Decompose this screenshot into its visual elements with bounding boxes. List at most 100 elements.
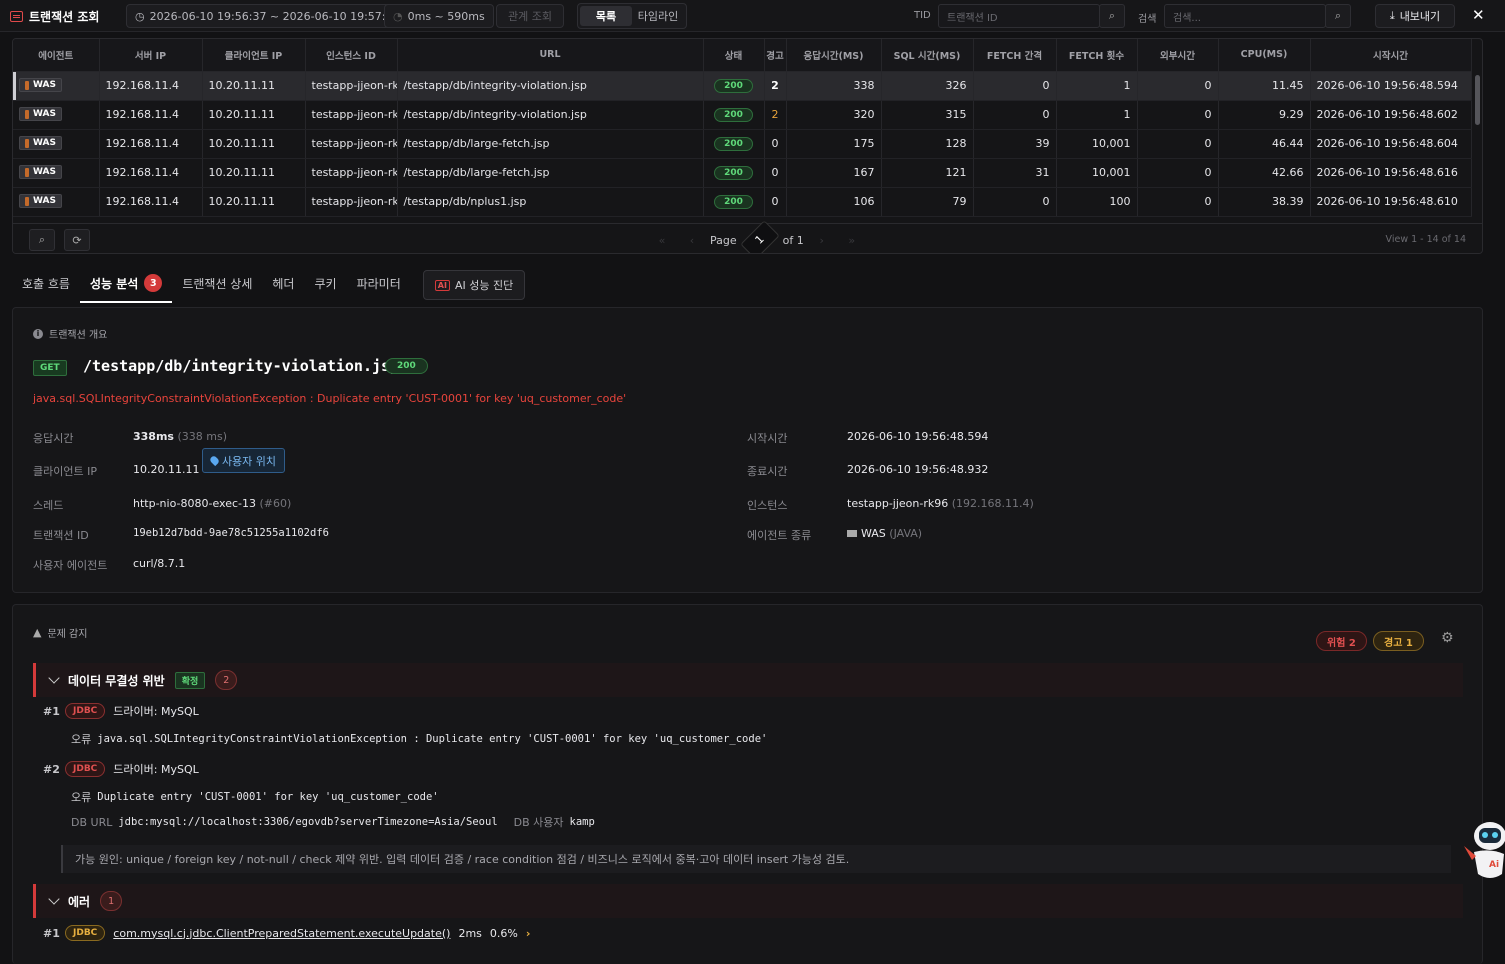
problem-group-error[interactable]: 에러 1 (33, 884, 1463, 918)
column-header[interactable]: 경고 (764, 39, 787, 72)
error-item-1: #1 JDBC com.mysql.cj.jdbc.ClientPrepared… (43, 925, 531, 941)
last-page-icon[interactable]: » (840, 234, 864, 247)
column-header[interactable]: 서버 IP (99, 39, 203, 72)
close-icon[interactable]: ✕ (1472, 6, 1485, 24)
page-of: of 1 (782, 233, 804, 247)
agent-type-label: 에이전트 종류 (747, 529, 812, 542)
clock-icon: ◷ (135, 9, 145, 23)
table-row[interactable]: WAS 192.168.11.4 10.20.11.11 testapp-jjeon-… (13, 71, 1472, 101)
tab-cookie[interactable]: 쿠키 (304, 275, 346, 302)
column-header[interactable]: SQL 시간(MS) (881, 39, 974, 72)
column-header[interactable]: URL (397, 39, 704, 72)
relation-query-button[interactable]: 관계 조회 (496, 4, 564, 28)
method-link[interactable]: com.mysql.cj.jdbc.ClientPreparedStatemen… (113, 927, 450, 940)
ai-diagnosis-button[interactable]: AI AI 성능 진단 (423, 270, 525, 300)
cell-status: 200 (703, 187, 765, 217)
possible-cause: 가능 원인: unique / foreign key / not-null /… (61, 845, 1451, 873)
column-header[interactable]: 응답시간(MS) (786, 39, 882, 72)
cell-sql: 315 (881, 100, 974, 130)
grid-scrollbar[interactable] (1475, 75, 1480, 125)
tab-transaction-detail[interactable]: 트랜잭션 상세 (172, 275, 262, 302)
column-header[interactable]: FETCH 간격 (973, 39, 1057, 72)
response-range-filter[interactable]: ◔ 0ms ~ 590ms (384, 4, 494, 28)
assistant-robot-icon[interactable]: Ai (1462, 812, 1505, 882)
view-mode-timeline[interactable]: 타임라인 (632, 6, 684, 26)
page-input[interactable]: 1 (739, 220, 780, 253)
cell-status: 200 (703, 100, 765, 130)
method-badge: GET (33, 360, 67, 376)
cell-instance: testapp-jjeon-rk96 (305, 129, 398, 159)
warning-count-badge: 경고 1 (1373, 631, 1424, 651)
search-label: 검색 (1138, 14, 1157, 25)
column-header[interactable]: CPU(MS) (1218, 39, 1311, 72)
grid-refresh-button[interactable]: ⟳ (64, 229, 90, 251)
column-header[interactable]: 에이전트 (13, 39, 100, 72)
next-page-icon[interactable]: › (810, 234, 834, 247)
cell-ext: 0 (1137, 158, 1219, 188)
cell-start: 2026-06-10 19:56:48.594 (1310, 71, 1472, 101)
was-agent-badge: WAS (19, 107, 62, 122)
tab-performance-analysis[interactable]: 성능 분석 3 (79, 274, 173, 303)
cell-cpu: 11.45 (1218, 71, 1311, 101)
search-icon: ⌕ (1334, 9, 1342, 22)
column-header[interactable]: 외부시간 (1137, 39, 1219, 72)
cell-status: 200 (703, 158, 765, 188)
prev-page-icon[interactable]: ‹ (680, 234, 704, 247)
column-header[interactable]: 시작시간 (1310, 39, 1472, 72)
column-header[interactable]: 상태 (703, 39, 765, 72)
start-time-label: 시작시간 (747, 432, 788, 445)
problem-group-integrity[interactable]: 데이터 무결성 위반 확정 2 (33, 663, 1463, 697)
status-badge: 200 (714, 137, 753, 151)
time-range-picker[interactable]: ◷ 2026-06-10 19:56:37 ~ 2026-06-10 19:57:… (126, 4, 409, 28)
cell-status: 200 (703, 71, 765, 101)
tid-search-button[interactable]: ⌕ (1099, 4, 1125, 28)
cell-warn: 0 (764, 129, 787, 159)
table-row[interactable]: WAS 192.168.11.4 10.20.11.11 testapp-jjeon-… (13, 158, 1472, 188)
tab-call-flow[interactable]: 호출 흐름 (12, 275, 80, 302)
gear-icon[interactable]: ⚙ (1441, 630, 1454, 646)
status-badge: 200 (714, 108, 753, 122)
first-page-icon[interactable]: « (650, 234, 674, 247)
confirmed-badge: 확정 (174, 671, 206, 689)
problem-item-2-db: DB URL jdbc:mysql://localhost:3306/egovdb… (71, 815, 595, 830)
tid-input[interactable]: 트랜잭션 ID (938, 4, 1100, 28)
column-header[interactable]: 인스턴스 ID (305, 39, 398, 72)
chevron-right-icon[interactable]: › (526, 927, 531, 940)
transaction-url: /testapp/db/integrity-violation.jsp (83, 357, 400, 375)
status-badge: 200 (714, 195, 753, 209)
cell-resp: 175 (786, 129, 882, 159)
refresh-icon: ⟳ (72, 233, 82, 247)
tab-badge: 3 (144, 274, 163, 292)
user-location-button[interactable]: 사용자 위치 (202, 448, 285, 473)
cell-client-ip: 10.20.11.11 (202, 100, 306, 130)
problem-item-2-error: 오류 Duplicate entry 'CUST-0001' for key 'u… (71, 791, 439, 804)
info-icon: i (33, 328, 43, 339)
warning-count: 2 (771, 108, 779, 121)
tab-parameter[interactable]: 파라미터 (347, 275, 411, 302)
grid-footer: ⌕ ⟳ « ‹ Page 1 of 1 › » View 1 - 14 of 1… (13, 220, 1482, 253)
page-title: 트랜잭션 조회 (10, 8, 99, 25)
search-button[interactable]: ⌕ (1325, 4, 1351, 28)
map-pin-icon (208, 454, 221, 467)
cell-fetch-int: 0 (973, 100, 1057, 130)
txid-label: 트랜잭션 ID (33, 529, 89, 542)
cell-warn: 0 (764, 158, 787, 188)
cell-ext: 0 (1137, 71, 1219, 101)
cell-url: /testapp/db/integrity-violation.jsp (397, 71, 704, 101)
search-input[interactable]: 검색... (1164, 4, 1326, 28)
column-header[interactable]: FETCH 횟수 (1056, 39, 1138, 72)
export-button[interactable]: ⤓ 내보내기 (1375, 4, 1455, 28)
ai-icon: AI (434, 279, 450, 291)
grid-search-button[interactable]: ⌕ (29, 229, 55, 251)
view-mode-list[interactable]: 목록 (580, 6, 632, 26)
transaction-overview-panel: i 트랜잭션 개요 GET /testapp/db/integrity-viola… (12, 307, 1483, 593)
table-row[interactable]: WAS 192.168.11.4 10.20.11.11 testapp-jjeon-… (13, 129, 1472, 159)
cell-instance: testapp-jjeon-rk96 (305, 100, 398, 130)
cell-resp: 167 (786, 158, 882, 188)
status-badge: 200 (714, 79, 753, 93)
column-header[interactable]: 클라이언트 IP (202, 39, 306, 72)
tab-header[interactable]: 헤더 (262, 275, 304, 302)
cell-cpu: 42.66 (1218, 158, 1311, 188)
table-row[interactable]: WAS 192.168.11.4 10.20.11.11 testapp-jjeon-… (13, 100, 1472, 130)
table-row[interactable]: WAS 192.168.11.4 10.20.11.11 testapp-jjeon-… (13, 187, 1472, 217)
